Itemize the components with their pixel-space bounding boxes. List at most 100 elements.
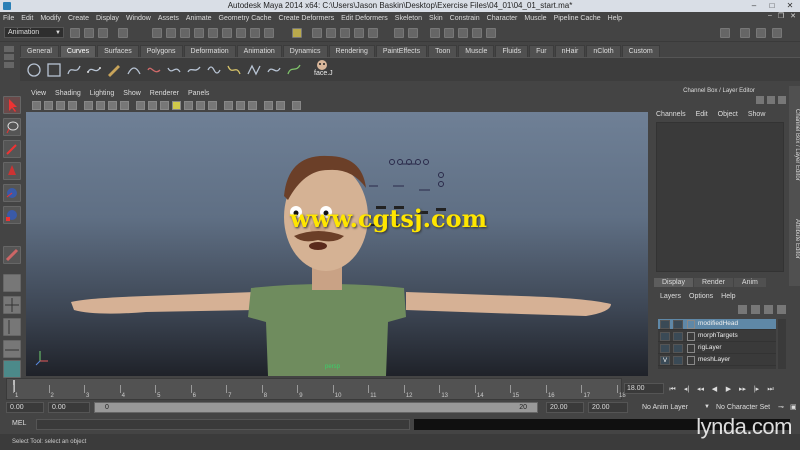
mask-deformers-icon[interactable] xyxy=(222,28,232,38)
smooth-shade-icon[interactable] xyxy=(148,101,157,110)
image-plane-icon[interactable] xyxy=(68,101,77,110)
insert-knot-icon[interactable] xyxy=(186,62,202,78)
layer-row[interactable]: rigLayer xyxy=(658,343,776,354)
menu-muscle[interactable]: Muscle xyxy=(524,15,546,22)
go-to-start-icon[interactable]: ⏮ xyxy=(668,385,677,394)
tab-animation[interactable]: Animation xyxy=(236,45,282,57)
tab-fluids[interactable]: Fluids xyxy=(495,45,529,57)
layer-visibility-toggle[interactable]: V xyxy=(660,356,670,365)
menu-help[interactable]: Help xyxy=(608,15,622,22)
auto-key-icon[interactable]: ⊸ xyxy=(778,402,784,413)
extend-curve-icon[interactable] xyxy=(206,62,222,78)
layer-tab-render[interactable]: Render xyxy=(693,278,733,287)
xray-joints-icon[interactable] xyxy=(236,101,245,110)
gate-mask-icon[interactable] xyxy=(120,101,129,110)
layer-list-scrollbar[interactable] xyxy=(778,319,786,369)
bookmarks-icon[interactable] xyxy=(56,101,65,110)
attach-curves-icon[interactable] xyxy=(146,62,162,78)
panel-menu-lighting[interactable]: Lighting xyxy=(90,90,115,100)
tab-custom[interactable]: Custom xyxy=(621,45,660,57)
camera-attributes-icon[interactable] xyxy=(44,101,53,110)
panel-menu-panels[interactable]: Panels xyxy=(188,90,209,100)
menu-set-dropdown[interactable]: Animation ▼ xyxy=(4,27,64,38)
layer-color-swatch[interactable] xyxy=(687,356,695,365)
tab-ncloth[interactable]: nCloth xyxy=(586,45,621,57)
snap-grid-icon[interactable] xyxy=(312,28,322,38)
cv-curve-icon[interactable] xyxy=(66,62,82,78)
select-camera-icon[interactable] xyxy=(32,101,41,110)
side-tab-attribute-editor[interactable]: Attribute Editor xyxy=(789,204,800,274)
four-view-layout-icon[interactable] xyxy=(3,296,21,314)
close-icon[interactable]: ✕ xyxy=(790,12,796,24)
channel-box-menu-show[interactable]: Show xyxy=(748,111,766,118)
snap-curve-icon[interactable] xyxy=(326,28,336,38)
layer-reference-toggle[interactable] xyxy=(673,344,683,353)
persp-outliner-layout-icon[interactable] xyxy=(3,318,21,336)
mask-curves-icon[interactable] xyxy=(194,28,204,38)
lock-selection-icon[interactable] xyxy=(292,28,302,38)
menu-display[interactable]: Display xyxy=(96,15,119,22)
start-time-field[interactable]: 0.00 xyxy=(6,402,44,413)
new-empty-layer-icon[interactable] xyxy=(764,305,773,314)
history-output-icon[interactable] xyxy=(408,28,418,38)
chevron-down-icon[interactable]: ▼ xyxy=(704,402,710,413)
step-back-frame-icon[interactable]: ◂| xyxy=(682,385,691,394)
menu-create-deformers[interactable]: Create Deformers xyxy=(278,15,334,22)
move-tool-icon[interactable] xyxy=(3,162,21,180)
layer-editor-toggle-icon[interactable] xyxy=(767,96,775,104)
xray-icon[interactable] xyxy=(224,101,233,110)
history-input-icon[interactable] xyxy=(394,28,404,38)
layer-visibility-toggle[interactable] xyxy=(660,320,670,329)
mask-joints-icon[interactable] xyxy=(180,28,190,38)
tab-painteffects[interactable]: PaintEffects xyxy=(375,45,428,57)
layer-menu-options[interactable]: Options xyxy=(689,293,713,300)
minimize-icon[interactable]: – xyxy=(748,0,760,12)
go-to-end-icon[interactable]: ⏭ xyxy=(766,385,775,394)
arc-tool-icon[interactable] xyxy=(126,62,142,78)
playback-end-field[interactable]: 20.00 xyxy=(546,402,584,413)
lasso-tool-icon[interactable] xyxy=(3,118,21,136)
shelf-options[interactable] xyxy=(4,46,16,76)
perspective-viewport[interactable]: persp xyxy=(26,112,648,376)
render-icon[interactable] xyxy=(444,28,454,38)
layer-visibility-toggle[interactable] xyxy=(660,344,670,353)
offset-curve-icon[interactable] xyxy=(226,62,242,78)
last-tool-icon[interactable] xyxy=(3,246,21,264)
tab-rendering[interactable]: Rendering xyxy=(328,45,375,57)
shadows-icon[interactable] xyxy=(196,101,205,110)
wireframe-icon[interactable] xyxy=(136,101,145,110)
layer-reference-toggle[interactable] xyxy=(673,356,683,365)
menu-constrain[interactable]: Constrain xyxy=(450,15,480,22)
render-settings-icon[interactable] xyxy=(472,28,482,38)
menu-file[interactable]: File xyxy=(3,15,14,22)
tab-fur[interactable]: Fur xyxy=(529,45,554,57)
select-by-component-icon[interactable] xyxy=(166,28,176,38)
menu-pipeline-cache[interactable]: Pipeline Cache xyxy=(554,15,601,22)
channel-box-layer-editor-toggle-icon[interactable] xyxy=(778,96,786,104)
close-icon[interactable]: ✕ xyxy=(784,0,796,12)
rebuild-curve-icon[interactable] xyxy=(246,62,262,78)
layer-color-swatch[interactable] xyxy=(687,332,695,341)
time-slider[interactable]: 1 2 3 4 5 6 7 8 9 10 11 12 13 14 15 16 17 18 xyxy=(6,378,626,400)
channel-box-toggle-icon[interactable] xyxy=(756,96,764,104)
menu-assets[interactable]: Assets xyxy=(158,15,179,22)
layer-visibility-toggle[interactable] xyxy=(660,332,670,341)
pencil-curve-icon[interactable] xyxy=(106,62,122,78)
textured-icon[interactable] xyxy=(172,101,181,110)
end-time-field[interactable]: 20.00 xyxy=(588,402,628,413)
mask-dynamics-icon[interactable] xyxy=(236,28,246,38)
menu-edit[interactable]: Edit xyxy=(21,15,33,22)
channel-box-menu-channels[interactable]: Channels xyxy=(656,111,686,118)
show-tool-settings-icon[interactable] xyxy=(756,28,766,38)
xray-active-icon[interactable] xyxy=(248,101,257,110)
film-gate-icon[interactable] xyxy=(96,101,105,110)
select-tool-icon[interactable] xyxy=(3,96,21,114)
use-all-lights-icon[interactable] xyxy=(184,101,193,110)
menu-edit-deformers[interactable]: Edit Deformers xyxy=(341,15,388,22)
side-tab-channel-box[interactable]: Channel Box / Layer Editor xyxy=(789,90,800,200)
move-layer-up-icon[interactable] xyxy=(738,305,747,314)
layer-menu-help[interactable]: Help xyxy=(721,293,735,300)
menu-modify[interactable]: Modify xyxy=(40,15,61,22)
tab-muscle[interactable]: Muscle xyxy=(458,45,495,57)
tab-surfaces[interactable]: Surfaces xyxy=(97,45,139,57)
